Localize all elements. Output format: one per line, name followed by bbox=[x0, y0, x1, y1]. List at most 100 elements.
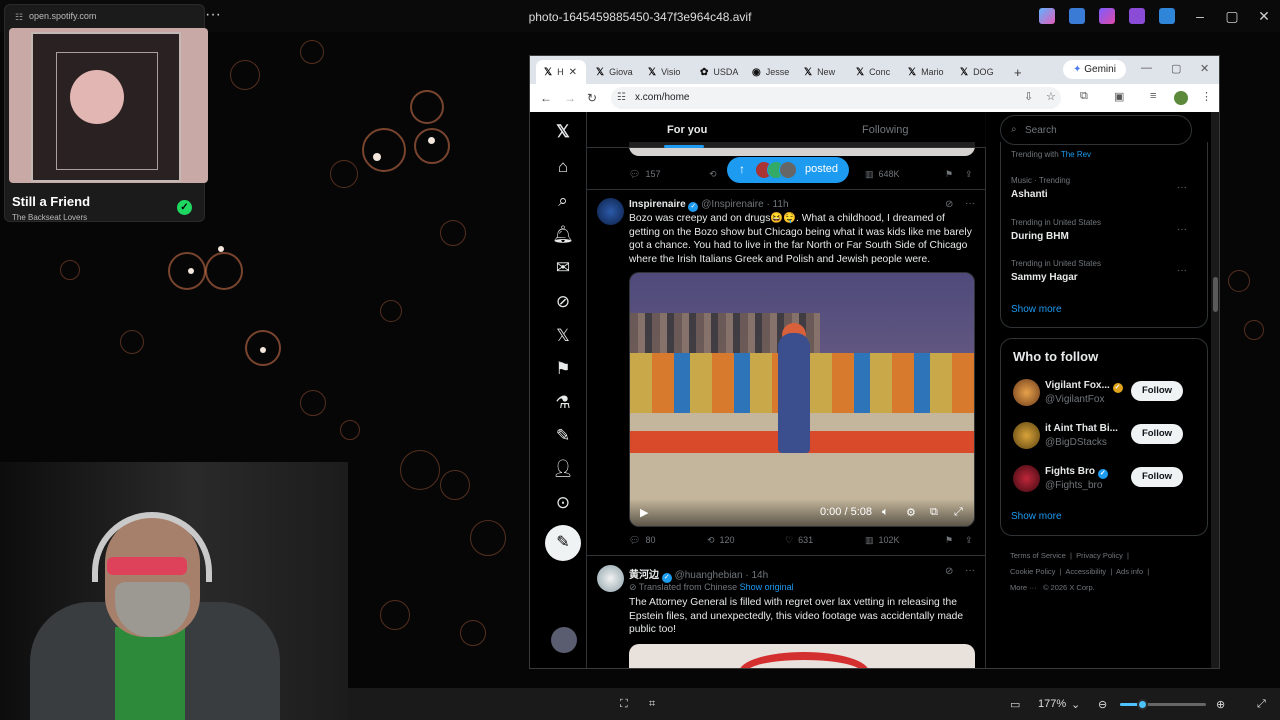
install-app-icon[interactable]: ⇩ bbox=[1024, 90, 1033, 103]
trend-item[interactable]: Trending with The Rev bbox=[1011, 150, 1201, 159]
follow-suggestion[interactable]: Vigilant Fox... ✓ @VigilantFox Follow bbox=[1011, 377, 1201, 413]
views-button[interactable]: ▥ 102K bbox=[865, 535, 900, 546]
new-tab-button[interactable]: + bbox=[1006, 60, 1022, 84]
url-text[interactable]: x.com/home bbox=[635, 92, 689, 103]
tweet-time[interactable]: · 11h bbox=[766, 199, 788, 210]
home-icon[interactable]: ⌂ bbox=[551, 155, 575, 179]
browser-close-button[interactable]: ✕ bbox=[1200, 62, 1209, 75]
more-link[interactable]: More ··· bbox=[1010, 583, 1037, 592]
browser-tab[interactable]: 𝕏 New bbox=[796, 60, 846, 84]
edit-icon[interactable] bbox=[1069, 8, 1085, 24]
visual-search-icon[interactable]: ⌗ bbox=[649, 698, 655, 711]
follow-suggestion[interactable]: Fights Bro ✓ @Fights_bro Follow bbox=[1011, 463, 1201, 499]
views-button[interactable]: ▥ 648K bbox=[865, 169, 900, 180]
author-handle[interactable]: @Inspirenaire bbox=[701, 199, 763, 210]
zoom-out-icon[interactable]: ⊖ bbox=[1098, 698, 1107, 711]
reply-button[interactable]: 💬︎ 80 bbox=[629, 535, 655, 546]
author-name[interactable]: 黄河边 bbox=[629, 570, 659, 581]
grok-explain-icon[interactable]: ⊘ bbox=[945, 566, 953, 577]
tweet-author-avatar[interactable] bbox=[597, 565, 624, 592]
tab-close-icon[interactable]: ✕ bbox=[569, 67, 577, 78]
extensions-icon[interactable]: ⧉ bbox=[1080, 90, 1088, 103]
suggestion-name[interactable]: Fights Bro bbox=[1045, 466, 1095, 477]
tweet-more-icon[interactable]: ··· bbox=[965, 565, 975, 576]
accessibility-link[interactable]: Accessibility bbox=[1065, 567, 1106, 576]
saved-check-icon[interactable]: ✓ bbox=[177, 200, 192, 215]
zoom-slider[interactable] bbox=[1120, 699, 1206, 710]
copilot-icon[interactable] bbox=[1039, 8, 1055, 24]
profile-icon[interactable]: 👤︎ bbox=[551, 457, 575, 481]
privacy-link[interactable]: Privacy Policy bbox=[1076, 551, 1123, 560]
reading-list-icon[interactable]: ▣ bbox=[1114, 90, 1124, 103]
browser-tab[interactable]: 𝕏 Visio bbox=[640, 60, 690, 84]
tweet-time[interactable]: · 14h bbox=[745, 570, 768, 581]
browser-tab[interactable]: 𝕏 Giova bbox=[588, 60, 638, 84]
browser-tab[interactable]: 𝕏 Conc bbox=[848, 60, 898, 84]
tab-for-you[interactable]: For you bbox=[667, 124, 707, 136]
trend-more-icon[interactable]: ··· bbox=[1177, 182, 1187, 193]
author-handle[interactable]: @huanghebian bbox=[675, 570, 743, 581]
reload-icon[interactable]: ↻ bbox=[587, 91, 597, 105]
share-button[interactable]: ⇪ bbox=[965, 535, 973, 546]
close-button[interactable]: ✕ bbox=[1254, 6, 1274, 26]
follow-suggestion[interactable]: it Aint That Bi... @BigDStacks Follow bbox=[1011, 420, 1201, 456]
account-avatar[interactable] bbox=[551, 627, 577, 653]
bookmark-star-icon[interactable]: ☆ bbox=[1046, 90, 1056, 103]
browser-minimize-button[interactable]: — bbox=[1141, 62, 1152, 74]
volume-icon[interactable]: 🔈︎ bbox=[882, 506, 889, 519]
author-name[interactable]: Inspirenaire bbox=[629, 199, 686, 210]
scrollbar-thumb[interactable] bbox=[1213, 277, 1218, 312]
communities-icon[interactable]: ✎ bbox=[551, 424, 575, 448]
chrome-menu-icon[interactable]: ⋮ bbox=[1201, 90, 1212, 103]
suggestion-avatar[interactable] bbox=[1013, 465, 1040, 492]
browser-tab[interactable]: ◉ Jesse bbox=[744, 60, 794, 84]
x-logo-icon[interactable]: 𝕏 bbox=[551, 120, 575, 144]
pip-icon[interactable]: ⧉ bbox=[930, 506, 938, 519]
bookmark-button[interactable]: ⚑ bbox=[945, 169, 953, 180]
follow-button[interactable]: Follow bbox=[1131, 424, 1183, 444]
new-posts-pill[interactable]: ↑ posted bbox=[727, 157, 849, 183]
trend-item[interactable]: Trending in United States Sammy Hagar ··… bbox=[1011, 259, 1201, 283]
search-input[interactable]: ⌕ Search bbox=[1000, 115, 1192, 145]
profile-avatar[interactable] bbox=[1174, 91, 1188, 105]
more-options-icon[interactable]: ··· bbox=[205, 6, 221, 24]
trend-item[interactable]: Trending in United States During BHM ··· bbox=[1011, 218, 1201, 242]
zoom-dropdown-icon[interactable]: ⌄ bbox=[1071, 698, 1080, 711]
share-button[interactable]: ⇪ bbox=[965, 169, 973, 180]
play-icon[interactable]: ▶ bbox=[640, 506, 648, 519]
zoom-level[interactable]: 177% bbox=[1038, 698, 1066, 710]
designer-icon[interactable] bbox=[1099, 8, 1115, 24]
tweet-author-avatar[interactable] bbox=[597, 198, 624, 225]
browser-maximize-button[interactable]: ▢ bbox=[1171, 62, 1181, 75]
browser-tab[interactable]: 𝕏 Mario bbox=[900, 60, 950, 84]
tweet-video[interactable]: ▶ 0:00 / 5:08 🔈︎ ⚙ ⧉ ⤢ bbox=[629, 272, 975, 527]
follow-button[interactable]: Follow bbox=[1131, 381, 1183, 401]
jobs-icon[interactable]: ⚗ bbox=[551, 391, 575, 415]
fit-icon[interactable]: ▭ bbox=[1010, 698, 1020, 711]
zoom-slider-thumb[interactable] bbox=[1136, 699, 1148, 710]
bookmark-button[interactable]: ⚑ bbox=[945, 535, 953, 546]
follow-show-more-link[interactable]: Show more bbox=[1011, 511, 1062, 522]
tab-following[interactable]: Following bbox=[862, 124, 908, 136]
messages-icon[interactable]: ✉ bbox=[551, 256, 575, 280]
settings-icon[interactable]: ⚙ bbox=[906, 506, 916, 519]
notifications-icon[interactable]: 🔔︎ bbox=[551, 223, 575, 247]
page-scrollbar[interactable] bbox=[1211, 112, 1219, 668]
clipchamp-icon[interactable] bbox=[1129, 8, 1145, 24]
media-controls-icon[interactable]: ≡ bbox=[1150, 90, 1156, 102]
terms-link[interactable]: Terms of Service bbox=[1010, 551, 1066, 560]
ads-info-link[interactable]: Ads info bbox=[1116, 567, 1143, 576]
site-settings-icon[interactable]: ☷ bbox=[15, 12, 23, 23]
fullscreen-icon[interactable]: ⤢ bbox=[1257, 698, 1266, 711]
site-info-icon[interactable]: ☷ bbox=[617, 92, 626, 103]
like-button[interactable]: ♡ 631 bbox=[785, 535, 813, 546]
cloud-icon[interactable] bbox=[1159, 8, 1175, 24]
follow-button[interactable]: Follow bbox=[1131, 467, 1183, 487]
tweet-media[interactable] bbox=[629, 644, 975, 668]
suggestion-name[interactable]: it Aint That Bi... bbox=[1045, 423, 1118, 434]
minimize-button[interactable]: – bbox=[1190, 6, 1210, 26]
trends-show-more-link[interactable]: Show more bbox=[1011, 304, 1062, 315]
compose-post-button[interactable]: ✎ bbox=[545, 525, 581, 561]
grok-icon[interactable]: ⊘ bbox=[551, 290, 575, 314]
repost-button[interactable]: ⟲ 120 bbox=[707, 535, 735, 546]
